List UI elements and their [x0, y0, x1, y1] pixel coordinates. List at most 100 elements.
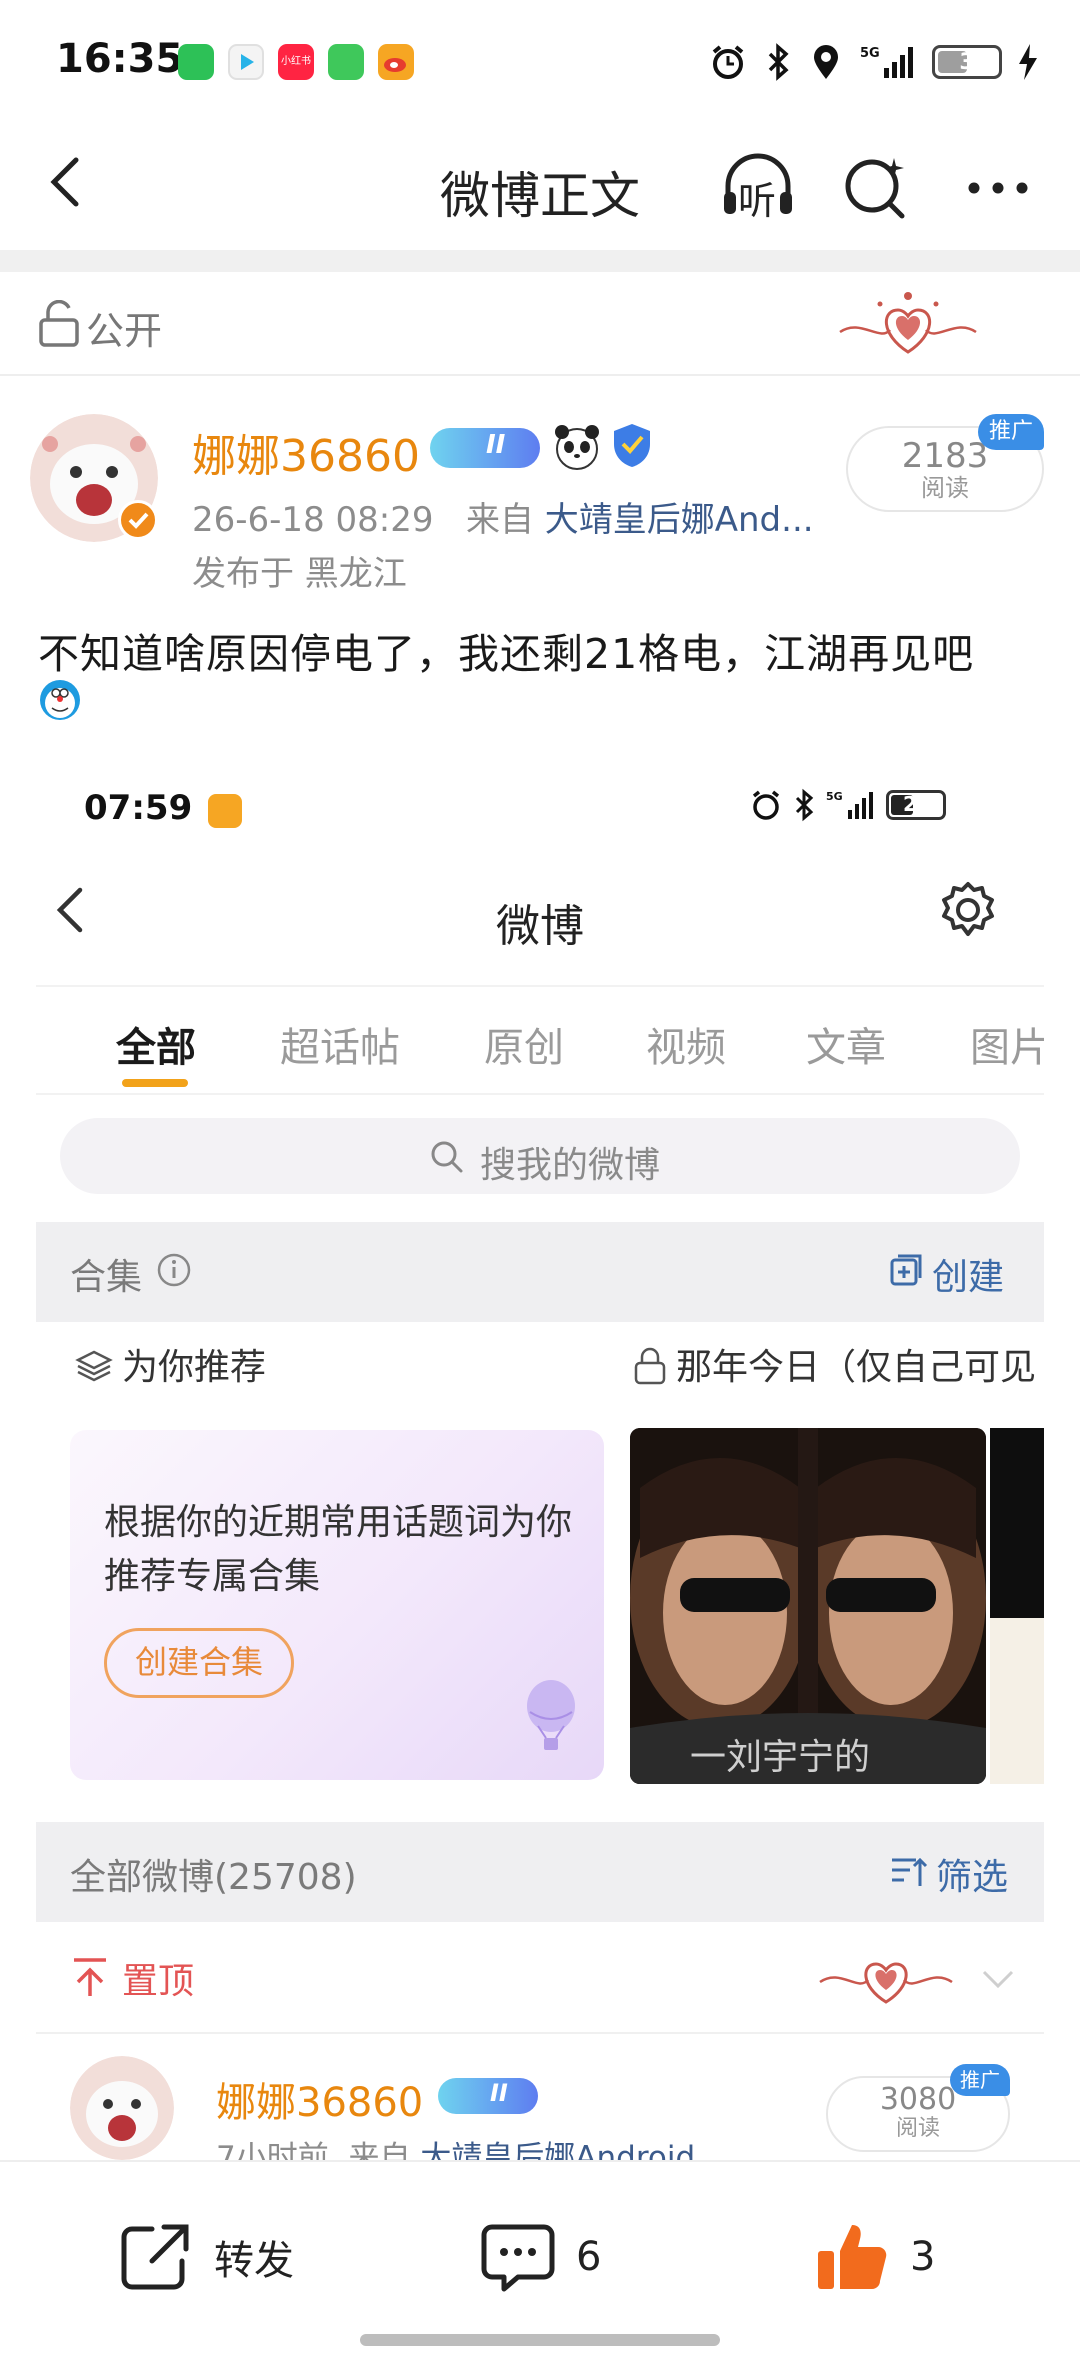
svg-text:5G: 5G: [860, 46, 880, 61]
all-posts-label: 全部微博(25708): [70, 1857, 357, 1898]
signal-5g-icon: 5G: [860, 46, 913, 78]
embedded-status-time: 07:59: [84, 788, 193, 828]
section-divider: [0, 250, 1080, 272]
level-badge-text: II: [486, 430, 506, 460]
svg-text:5G: 5G: [826, 790, 843, 803]
visibility-label: 公开: [86, 309, 163, 353]
embedded-tabs: 全部 超话帖 原创 视频 文章 图片: [36, 985, 1044, 1095]
embedded-read-label: 阅读: [895, 2116, 940, 2141]
embedded-user-name[interactable]: 娜娜36860: [216, 2070, 423, 2128]
messages-icon: [328, 44, 364, 80]
tab-images[interactable]: 图片: [970, 1015, 1044, 1073]
embedded-status-icons: 5G 21: [750, 788, 946, 822]
all-posts-header: 全部微博(25708) 筛选: [36, 1822, 1044, 1922]
photo-peek: [990, 1428, 1044, 1784]
embedded-title: 微博: [496, 901, 584, 952]
embedded-post-meta: 7小时前 来自 大靖皇后娜Android: [216, 2132, 695, 2160]
embedded-promote-badge: 推广: [950, 2064, 1010, 2096]
embedded-heart-ornament: [819, 1962, 953, 2004]
status-time: 16:35: [56, 36, 184, 82]
wechat-icon: [178, 44, 214, 80]
post-meta: 26-6-18 08:29 来自 大靖皇后娜And...: [192, 492, 814, 541]
filter-icon: [892, 1857, 928, 1886]
on-this-day-label: 那年今日（仅自己可见: [676, 1347, 1037, 1388]
embedded-weibo-app-icon: [208, 794, 242, 828]
visibility-row: 公开: [0, 272, 1080, 376]
status-icons: 5G 3: [708, 40, 1040, 84]
location-icon: [814, 45, 838, 79]
pinned-row[interactable]: 置顶: [36, 1922, 1044, 2034]
layers-icon: [75, 1350, 113, 1382]
embedded-meta-time: 7小时前: [216, 2140, 329, 2160]
doraemon-emoji-icon: [40, 680, 80, 720]
post-source-link[interactable]: 大靖皇后娜And...: [545, 500, 814, 540]
collection-header: 合集 创建: [36, 1222, 1044, 1322]
lock-icon: [634, 1347, 666, 1385]
battery-indicator: 3: [932, 45, 1002, 79]
embedded-screenshot[interactable]: 07:59 5G 21 微博 全部 超话帖 原创 视频 文章 图片 搜我的微博 …: [36, 760, 1044, 2160]
post-text-content: 不知道啥原因停电了，我还剩21格电，江湖再见吧: [38, 630, 975, 678]
more-options-icon[interactable]: [958, 148, 1038, 228]
embedded-search-bar[interactable]: 搜我的微博: [60, 1118, 1020, 1194]
unlock-icon: [39, 300, 79, 347]
video-app-icon: [228, 44, 264, 80]
comment-count: 6: [576, 2234, 602, 2280]
repost-button[interactable]: 转发: [116, 2212, 294, 2302]
post-text: 不知道啥原因停电了，我还剩21格电，江湖再见吧: [38, 620, 974, 680]
embedded-alarm-icon: [752, 790, 780, 820]
search-placeholder: 搜我的微博: [480, 1145, 661, 1186]
comment-icon: [481, 2224, 555, 2292]
collection-label: 合集: [70, 1257, 143, 1298]
embedded-bluetooth-icon: [795, 788, 814, 822]
post-location: 发布于 黑龙江: [192, 554, 407, 594]
status-bar: 16:35 小红书 5G 3: [0, 0, 1080, 120]
pinned-label: 置顶: [122, 1961, 195, 2002]
tab-video[interactable]: 视频: [646, 1015, 726, 1073]
recommend-card[interactable]: 根据你的近期常用话题词为你推荐专属合集 创建合集: [70, 1430, 604, 1780]
create-collection-icon: [890, 1254, 922, 1286]
embedded-avatar[interactable]: [70, 2056, 174, 2160]
like-count: 3: [910, 2234, 936, 2280]
post-timestamp: 26-6-18 08:29: [192, 500, 434, 540]
filter-button[interactable]: 筛选: [936, 1848, 1008, 1900]
bluetooth-icon: [768, 43, 789, 81]
comment-button[interactable]: 6: [478, 2212, 601, 2302]
pin-top-icon: [74, 1958, 106, 1996]
decorative-heart-ornament: [839, 292, 977, 354]
promote-badge[interactable]: 推广: [978, 414, 1044, 450]
active-tab-indicator: [122, 1079, 188, 1087]
embedded-meta-prefix: 来自: [348, 2140, 411, 2160]
on-this-day-photo[interactable]: 一刘宇宁的: [630, 1428, 986, 1784]
source-prefix: 来自: [465, 500, 534, 540]
create-collection-button[interactable]: 创建: [932, 1248, 1004, 1300]
settings-gear-icon[interactable]: [936, 878, 1000, 942]
level-badge: II: [430, 428, 540, 468]
shield-badge-icon: [614, 424, 650, 467]
listen-button[interactable]: 听: [718, 148, 798, 228]
repost-label: 转发: [214, 2238, 294, 2284]
like-button[interactable]: 3: [812, 2212, 935, 2302]
recommended-label: 为你推荐: [122, 1347, 267, 1388]
embedded-signal-icon: 5G: [826, 790, 873, 819]
verified-badge: [118, 500, 158, 540]
repost-icon: [121, 2224, 189, 2290]
tab-article[interactable]: 文章: [806, 1015, 886, 1073]
tab-original[interactable]: 原创: [484, 1015, 564, 1073]
hot-air-balloon-icon: [527, 1680, 575, 1750]
user-name[interactable]: 娜娜36860: [192, 420, 420, 484]
create-collection-card-button[interactable]: 创建合集: [104, 1628, 294, 1698]
embedded-search-icon: [431, 1141, 463, 1173]
embedded-source-link[interactable]: 大靖皇后娜Android: [420, 2140, 695, 2160]
chevron-down-icon[interactable]: [978, 1958, 1018, 1998]
thumbs-up-icon: [818, 2225, 887, 2289]
panda-icon: [555, 425, 599, 470]
weibo-icon: [378, 44, 414, 80]
home-indicator[interactable]: [360, 2334, 720, 2346]
tab-all[interactable]: 全部: [116, 1015, 196, 1073]
nav-bar: 微博正文 听: [0, 120, 1080, 250]
search-icon[interactable]: [836, 148, 916, 228]
photo-caption: 一刘宇宁的: [690, 1737, 871, 1778]
embedded-battery: 21: [886, 790, 946, 820]
info-icon[interactable]: [156, 1252, 192, 1288]
tab-super-topic[interactable]: 超话帖: [280, 1015, 400, 1073]
